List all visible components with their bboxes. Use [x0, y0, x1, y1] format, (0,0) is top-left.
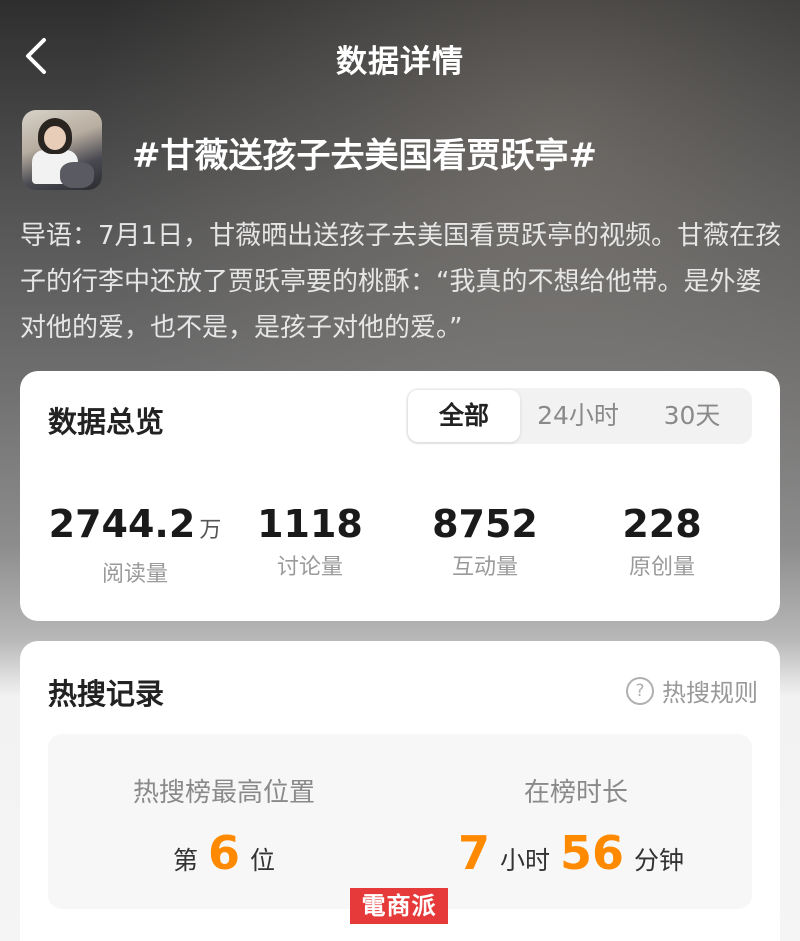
- highest-rank: 热搜榜最高位置 第 6 位: [48, 734, 400, 909]
- stat-interactions: 8752 互动量: [390, 501, 580, 581]
- highest-rank-suffix: 位: [250, 846, 276, 875]
- stat-interactions-label: 互动量: [451, 555, 518, 580]
- stat-discussions: 1118 讨论量: [215, 501, 405, 581]
- time-on-list: 在榜时长 7 小时 56 分钟: [400, 734, 752, 909]
- topic-avatar[interactable]: [22, 110, 102, 190]
- watermark-logo: 電商派: [350, 888, 448, 924]
- topic-intro: 导语：7月1日，甘薇晒出送孩子去美国看贾跃亭的视频。甘薇在孩子的行李中还放了贾跃…: [20, 221, 782, 343]
- time-on-list-hours-unit: 小时: [499, 846, 550, 875]
- highest-rank-value-row: 第 6 位: [48, 826, 400, 886]
- stat-originals-label: 原创量: [628, 555, 695, 580]
- hot-search-rules-link[interactable]: ? 热搜规则: [626, 673, 758, 708]
- stat-reads: 2744.2 万 阅读量: [40, 501, 230, 588]
- time-on-list-label: 在榜时长: [523, 778, 628, 808]
- hot-search-stats: 热搜榜最高位置 第 6 位 在榜时长 7 小时 56 分钟: [48, 734, 752, 909]
- data-overview-card: 数据总览 全部 24小时 30天 2744.2 万 阅读量 1118 讨论量 87…: [20, 371, 780, 621]
- highest-rank-label: 热搜榜最高位置: [132, 778, 315, 808]
- time-range-switch: 全部 24小时 30天: [406, 388, 752, 444]
- overview-title: 数据总览: [48, 405, 165, 439]
- time-on-list-value-row: 7 小时 56 分钟: [400, 826, 752, 886]
- stat-originals: 228 原创量: [567, 501, 757, 581]
- tab-30d[interactable]: 30天: [636, 388, 748, 444]
- time-on-list-minutes: 56: [560, 826, 625, 880]
- hot-search-rules-label: 热搜规则: [662, 679, 758, 707]
- topic-title: #甘薇送孩子去美国看贾跃亭#: [132, 136, 597, 176]
- stat-originals-value: 228: [622, 502, 702, 546]
- stats-row: 2744.2 万 阅读量 1118 讨论量 8752 互动量 228 原创量: [20, 501, 780, 591]
- stat-interactions-value: 8752: [432, 502, 538, 546]
- topic-header: #甘薇送孩子去美国看贾跃亭#: [22, 110, 782, 192]
- stat-reads-label: 阅读量: [101, 562, 168, 587]
- stat-reads-value: 2744.2: [48, 502, 196, 546]
- highest-rank-prefix: 第: [172, 846, 198, 875]
- stat-discussions-label: 讨论量: [276, 555, 343, 580]
- highest-rank-value: 6: [207, 826, 240, 880]
- question-circle-icon: ?: [626, 676, 654, 705]
- time-on-list-minutes-unit: 分钟: [634, 846, 685, 875]
- page-title: 数据详情: [336, 44, 464, 80]
- tab-all[interactable]: 全部: [408, 390, 520, 442]
- nav-bar: 数据详情: [0, 0, 800, 110]
- hot-search-title: 热搜记录: [48, 677, 165, 711]
- time-on-list-hours: 7: [457, 826, 490, 880]
- tab-24h[interactable]: 24小时: [522, 388, 634, 444]
- stat-discussions-value: 1118: [257, 502, 363, 546]
